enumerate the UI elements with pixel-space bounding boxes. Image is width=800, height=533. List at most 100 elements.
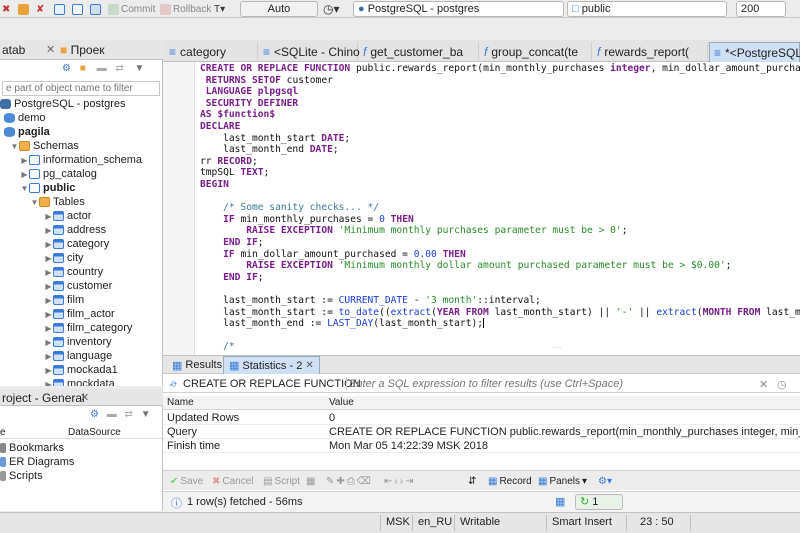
tab-editor-group-concat[interactable]: f group_concat(te (480, 42, 592, 62)
delete-row-icon[interactable]: ⌫ (357, 476, 371, 487)
chevron-right-icon[interactable]: ▶ (44, 254, 53, 263)
chevron-right-icon[interactable]: ▶ (20, 156, 29, 165)
chevron-right-icon[interactable]: ▶ (44, 380, 53, 387)
add-row-icon[interactable]: ✚ (336, 476, 344, 487)
chevron-right-icon[interactable]: ▶ (44, 212, 53, 221)
history-icon[interactable]: ◷▾ (323, 2, 340, 16)
tree-schema-public[interactable]: ▼ public (20, 181, 76, 195)
results-filter-input[interactable] (349, 377, 749, 391)
filter-icon[interactable]: ⌮ (169, 378, 177, 391)
panels-button[interactable]: ▦ Panels ▾ (538, 474, 587, 488)
tree-table-item[interactable]: ▶ customer (44, 279, 112, 293)
first-icon[interactable]: ⇤ (384, 476, 392, 487)
clear-filter-icon[interactable]: ✕ (759, 378, 768, 391)
cancel-button[interactable]: ✖ Cancel (212, 474, 254, 488)
fetch-next-icon[interactable]: ⇵ (468, 474, 476, 488)
layout-icon[interactable]: ▦ (555, 495, 565, 508)
tree-schema-pg-catalog[interactable]: ▶ pg_catalog (20, 167, 96, 181)
column-name-header[interactable]: e (0, 427, 6, 438)
tree-schema-information[interactable]: ▶ information_schema (20, 153, 142, 167)
commit-button[interactable]: Commit (108, 2, 155, 16)
tab-editor-sqlite[interactable]: ≡ <SQLite - Chino (259, 42, 360, 62)
table-row[interactable]: Finish time Mon Mar 05 14:22:39 MSK 2018 (163, 439, 800, 453)
tree-table-item[interactable]: ▶ film_category (44, 321, 132, 335)
tree-table-item[interactable]: ▶ category (44, 237, 109, 251)
lightning-icon[interactable] (18, 2, 29, 16)
table-row[interactable]: Query CREATE OR REPLACE FUNCTION public.… (163, 425, 800, 439)
sql-editor-icon[interactable] (54, 2, 65, 16)
prev-icon[interactable]: ‹ (394, 476, 397, 487)
tab-project-general[interactable]: roject - General (2, 391, 85, 405)
splitter-handle-icon[interactable]: ˙˙˙ (553, 346, 562, 355)
link-icon[interactable]: ⇄ (115, 63, 123, 74)
chevron-down-icon[interactable]: ▼ (20, 184, 29, 193)
chevron-right-icon[interactable]: ▶ (44, 296, 53, 305)
column-name-header[interactable]: Name (163, 397, 325, 408)
connect-icon[interactable]: ⚙ (62, 63, 71, 74)
invalidate-icon[interactable]: ✘ (36, 2, 44, 16)
link-icon[interactable]: ⇄ (125, 409, 133, 420)
tree-schemas[interactable]: ▼ Schemas (10, 139, 79, 153)
tree-table-item[interactable]: ▶ mockada1 (44, 363, 117, 377)
refresh-button[interactable]: ↻ 1 (575, 494, 623, 510)
record-button[interactable]: ▦ Record (488, 474, 532, 488)
chevron-right-icon[interactable]: ▶ (44, 366, 53, 375)
tree-db-demo[interactable]: demo (4, 111, 46, 125)
chevron-right-icon[interactable]: ▶ (44, 352, 53, 361)
new-script-icon[interactable] (72, 2, 83, 16)
row-limit-input[interactable]: 200 (736, 1, 786, 17)
transaction-mode-icon[interactable]: T▾ (214, 2, 225, 16)
project-item-scripts[interactable]: Scripts (0, 469, 43, 483)
project-item-bookmarks[interactable]: Bookmarks (0, 441, 64, 455)
disconnect-icon[interactable]: ✖ (2, 2, 10, 16)
edit-icon[interactable]: ✎ (326, 476, 334, 487)
view-menu-icon[interactable]: ▼ (135, 63, 145, 74)
last-icon[interactable]: ⇥ (405, 476, 413, 487)
transaction-mode-select[interactable]: Auto (240, 1, 318, 17)
chevron-right-icon[interactable]: ▶ (44, 282, 53, 291)
connection-select[interactable]: ● PostgreSQL - postgres (353, 1, 564, 17)
tab-results[interactable]: ▦ Results (167, 356, 227, 374)
chevron-right-icon[interactable]: ▶ (44, 226, 53, 235)
tab-editor-postgresql-active[interactable]: ≡ *<PostgreSQL (709, 42, 800, 62)
collapse-icon[interactable]: ▬ (107, 409, 117, 420)
script-button[interactable]: ▤ Script (263, 474, 300, 488)
tree-table-item[interactable]: ▶ country (44, 265, 103, 279)
tree-db-pagila[interactable]: pagila (4, 125, 50, 139)
tree-table-item[interactable]: ▶ film_actor (44, 307, 114, 321)
project-item-er-diagrams[interactable]: ER Diagrams (0, 455, 74, 469)
tab-projects[interactable]: ■ Проек (60, 43, 105, 57)
tab-statistics[interactable]: ▦ Statistics - 2 ✕ (223, 356, 320, 374)
view-menu-icon[interactable]: ▼ (141, 409, 151, 420)
save-button[interactable]: ✔ Save (170, 474, 203, 488)
tree-table-item[interactable]: ▶ actor (44, 209, 91, 223)
chevron-right-icon[interactable]: ▶ (44, 324, 53, 333)
close-icon[interactable]: ✕ (305, 360, 313, 371)
table-row[interactable]: Updated Rows 0 (163, 411, 800, 425)
tree-table-item[interactable]: ▶ city (44, 251, 83, 265)
tree-table-item[interactable]: ▶ language (44, 349, 112, 363)
collapse-icon[interactable]: ▬ (97, 63, 107, 74)
tree-table-item[interactable]: ▶ film (44, 293, 84, 307)
chevron-right-icon[interactable]: ▶ (44, 338, 53, 347)
chevron-right-icon[interactable]: ▶ (44, 240, 53, 249)
rollback-button[interactable]: Rollback (160, 2, 211, 16)
tree-table-item[interactable]: ▶ inventory (44, 335, 111, 349)
column-value-header[interactable]: Value (325, 397, 800, 408)
tree-table-item[interactable]: ▶ address (44, 223, 106, 237)
chevron-right-icon[interactable]: ▶ (44, 268, 53, 277)
chevron-down-icon[interactable]: ▼ (10, 142, 19, 151)
column-datasource-header[interactable]: DataSource (68, 427, 121, 438)
settings-icon[interactable]: ⚙▾ (598, 474, 612, 488)
next-icon[interactable]: › (400, 476, 403, 487)
tab-editor-category[interactable]: ≡ category (165, 42, 258, 62)
tab-editor-rewards-report[interactable]: f rewards_report( (593, 42, 708, 62)
chevron-right-icon[interactable]: ▶ (20, 170, 29, 179)
tab-database-navigator[interactable]: atab (2, 43, 25, 57)
tree-connection[interactable]: PostgreSQL - postgres (0, 97, 125, 111)
grid-view-button[interactable]: ▦ (306, 474, 315, 488)
sql-editor[interactable]: CREATE OR REPLACE FUNCTION public.reward… (163, 62, 800, 355)
tab-editor-get-customer[interactable]: f get_customer_ba (359, 42, 479, 62)
close-icon[interactable]: ✕ (80, 391, 89, 404)
chevron-down-icon[interactable]: ▼ (30, 198, 39, 207)
